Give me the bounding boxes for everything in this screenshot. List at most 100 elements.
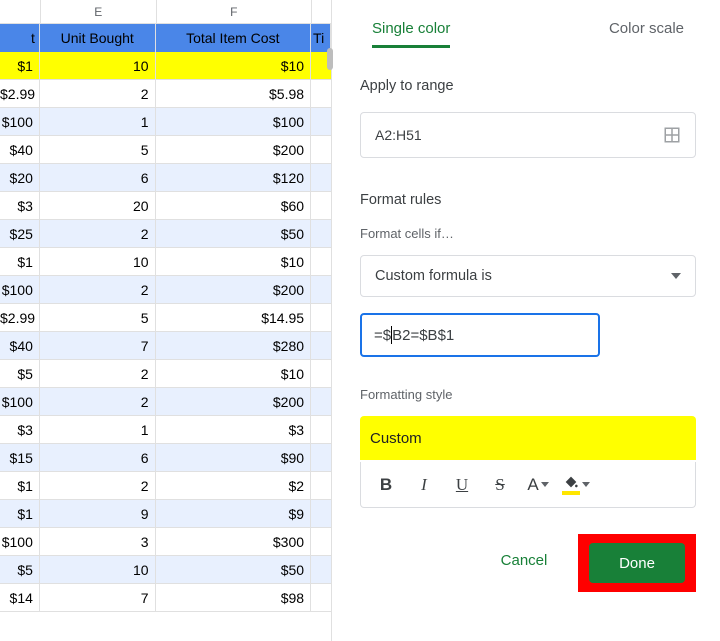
cell[interactable]: 5 xyxy=(40,304,156,332)
cell[interactable]: 3 xyxy=(40,528,156,556)
cell[interactable]: $20 xyxy=(0,164,40,192)
cell[interactable] xyxy=(311,108,331,136)
cell[interactable]: $100 xyxy=(0,276,40,304)
cell[interactable]: 2 xyxy=(40,388,156,416)
cell[interactable] xyxy=(311,584,331,612)
cell[interactable]: 10 xyxy=(40,556,156,584)
underline-button[interactable]: U xyxy=(445,468,479,502)
cell[interactable]: 2 xyxy=(40,472,156,500)
cell[interactable]: $3 xyxy=(156,416,312,444)
tab-single-color[interactable]: Single color xyxy=(372,20,450,48)
cell[interactable] xyxy=(311,136,331,164)
cell[interactable]: $25 xyxy=(0,220,40,248)
cell[interactable]: $2 xyxy=(156,472,312,500)
cell[interactable] xyxy=(311,556,331,584)
cell[interactable] xyxy=(311,528,331,556)
cell[interactable]: $200 xyxy=(156,388,312,416)
cell[interactable]: 7 xyxy=(40,584,156,612)
cell[interactable]: 5 xyxy=(40,136,156,164)
cell[interactable]: $1 xyxy=(0,472,40,500)
cell[interactable] xyxy=(311,416,331,444)
cell[interactable] xyxy=(311,248,331,276)
cell[interactable]: 2 xyxy=(40,360,156,388)
cell[interactable]: 1 xyxy=(40,416,156,444)
scroll-indicator[interactable] xyxy=(327,48,333,70)
cell[interactable]: $3 xyxy=(0,416,40,444)
cell[interactable]: 6 xyxy=(40,444,156,472)
grid-icon[interactable] xyxy=(663,126,681,144)
cell[interactable]: $90 xyxy=(156,444,312,472)
done-button[interactable]: Done xyxy=(589,543,685,583)
cell[interactable]: 20 xyxy=(40,192,156,220)
cell[interactable]: $1 xyxy=(0,248,40,276)
cell[interactable]: $100 xyxy=(0,528,40,556)
cell[interactable] xyxy=(311,500,331,528)
style-preview[interactable]: Custom xyxy=(360,416,696,460)
cell[interactable]: $10 xyxy=(156,248,312,276)
cell[interactable] xyxy=(311,388,331,416)
cell[interactable]: $200 xyxy=(156,136,312,164)
cell[interactable]: $1 xyxy=(0,52,40,80)
cell[interactable]: 2 xyxy=(40,276,156,304)
col-header-D[interactable] xyxy=(0,0,40,23)
cell[interactable]: $120 xyxy=(156,164,312,192)
cell[interactable]: $100 xyxy=(0,388,40,416)
cell[interactable] xyxy=(311,220,331,248)
col-header-G[interactable] xyxy=(311,0,331,23)
col-header-F[interactable]: F xyxy=(156,0,312,23)
cell[interactable]: $10 xyxy=(156,52,312,80)
cell[interactable] xyxy=(311,164,331,192)
cell[interactable]: $14 xyxy=(0,584,40,612)
cell[interactable]: 10 xyxy=(40,248,156,276)
formula-input[interactable]: =$B2=$B$1 xyxy=(360,313,600,357)
cell[interactable]: $3 xyxy=(0,192,40,220)
cell[interactable]: $100 xyxy=(0,108,40,136)
cell[interactable]: $14.95 xyxy=(156,304,311,332)
cell[interactable]: 7 xyxy=(40,332,156,360)
cell[interactable]: $100 xyxy=(156,108,312,136)
cell[interactable]: $2.99 xyxy=(0,80,40,108)
cell[interactable]: $5 xyxy=(0,556,40,584)
cell[interactable] xyxy=(311,276,331,304)
italic-button[interactable]: I xyxy=(407,468,441,502)
cell[interactable]: $50 xyxy=(156,556,312,584)
cell[interactable]: $60 xyxy=(156,192,312,220)
cell[interactable]: $5 xyxy=(0,360,40,388)
fill-color-button[interactable] xyxy=(559,468,593,502)
cell[interactable]: 2 xyxy=(40,80,156,108)
header-cell[interactable]: t xyxy=(0,24,40,52)
cell[interactable]: $15 xyxy=(0,444,40,472)
cell[interactable]: 10 xyxy=(40,52,156,80)
text-color-button[interactable]: A xyxy=(521,468,555,502)
cancel-button[interactable]: Cancel xyxy=(501,552,548,569)
cell[interactable] xyxy=(311,192,331,220)
cell[interactable] xyxy=(311,80,331,108)
cell[interactable]: 1 xyxy=(40,108,156,136)
tab-color-scale[interactable]: Color scale xyxy=(609,20,684,48)
cell[interactable]: $40 xyxy=(0,136,40,164)
cell[interactable] xyxy=(311,332,331,360)
cell[interactable]: $300 xyxy=(156,528,312,556)
cell[interactable]: $2.99 xyxy=(0,304,40,332)
range-input[interactable]: A2:H51 xyxy=(360,112,696,158)
cell[interactable] xyxy=(311,360,331,388)
cell[interactable] xyxy=(311,444,331,472)
cell[interactable]: $200 xyxy=(156,276,312,304)
cell[interactable] xyxy=(311,304,331,332)
header-cell[interactable]: Unit Bought xyxy=(40,24,156,52)
col-header-E[interactable]: E xyxy=(40,0,156,23)
header-cell[interactable]: Total Item Cost xyxy=(156,24,312,52)
cell[interactable] xyxy=(311,472,331,500)
cell[interactable]: $40 xyxy=(0,332,40,360)
strikethrough-button[interactable]: S xyxy=(483,468,517,502)
cell[interactable]: $98 xyxy=(156,584,312,612)
cell[interactable]: $9 xyxy=(156,500,312,528)
bold-button[interactable]: B xyxy=(369,468,403,502)
cell[interactable]: $280 xyxy=(156,332,312,360)
cell[interactable]: 2 xyxy=(40,220,156,248)
cell[interactable]: $10 xyxy=(156,360,312,388)
cell[interactable]: $50 xyxy=(156,220,312,248)
cell[interactable]: $1 xyxy=(0,500,40,528)
rule-type-dropdown[interactable]: Custom formula is xyxy=(360,255,696,297)
cell[interactable]: 9 xyxy=(40,500,156,528)
